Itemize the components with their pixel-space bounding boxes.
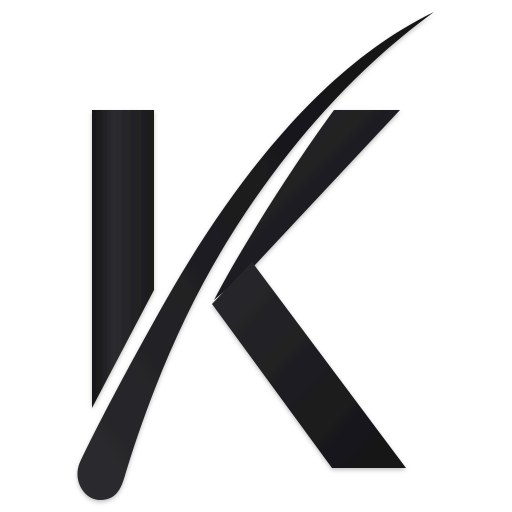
k-lower-leg [212, 262, 406, 468]
logo-canvas [0, 0, 512, 512]
k-logo-mark [77, 12, 434, 500]
